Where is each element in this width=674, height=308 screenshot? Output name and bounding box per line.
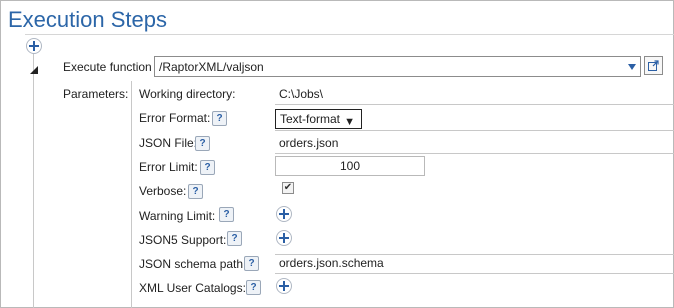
add-step-button[interactable] [26, 38, 42, 54]
execute-function-label: Execute function [63, 60, 152, 74]
error-limit-field[interactable]: 100 [275, 156, 425, 176]
open-function-button[interactable] [644, 56, 663, 75]
json-schema-path-underline [275, 254, 674, 255]
tree-line-params [131, 81, 132, 308]
page-title: Execution Steps [8, 7, 167, 32]
parameters-label: Parameters: [63, 87, 129, 101]
json5-support-label: JSON5 Support: [139, 233, 227, 247]
json-schema-path-help-button[interactable]: ? [244, 256, 259, 271]
tree-line-main [33, 47, 34, 308]
plus-icon [29, 41, 39, 51]
verbose-checkbox[interactable]: ✔ [282, 182, 294, 194]
collapse-step-toggle[interactable] [30, 63, 38, 74]
json-file-label: JSON File: [139, 136, 198, 150]
check-icon: ✔ [283, 182, 293, 193]
triangle-collapse-icon [30, 66, 38, 74]
title-underline [25, 34, 674, 35]
json-schema-path-bottom-line [275, 273, 674, 274]
add-warning-limit-button[interactable] [276, 206, 292, 222]
execution-steps-panel: Execution Steps Execute function /Raptor… [0, 0, 674, 308]
json-schema-path-label: JSON schema path: [139, 257, 247, 271]
error-limit-label: Error Limit: [139, 160, 198, 174]
working-directory-underline [275, 104, 674, 105]
verbose-help-button[interactable]: ? [188, 184, 203, 199]
error-format-underline [275, 130, 674, 131]
plus-icon [279, 233, 289, 243]
json-file-help-button[interactable]: ? [195, 136, 210, 151]
error-format-value: Text-format [280, 112, 341, 126]
open-external-icon [648, 60, 659, 71]
verbose-label: Verbose: [139, 184, 187, 198]
xml-user-catalogs-label: XML User Catalogs: [139, 281, 246, 295]
xml-user-catalogs-help-button[interactable]: ? [246, 280, 261, 295]
json5-support-help-button[interactable]: ? [227, 231, 242, 246]
chevron-down-icon: ▼ [344, 116, 355, 128]
plus-icon [279, 209, 289, 219]
chevron-down-icon [628, 64, 636, 70]
error-limit-help-button[interactable]: ? [200, 160, 215, 175]
function-value: /RaptorXML/valjson [159, 59, 264, 74]
function-select[interactable]: /RaptorXML/valjson [154, 56, 641, 77]
warning-limit-help-button[interactable]: ? [219, 207, 234, 222]
working-directory-label: Working directory: [139, 87, 236, 101]
working-directory-field[interactable]: C:\Jobs\ [275, 85, 665, 105]
json-schema-path-field[interactable]: orders.json.schema [275, 254, 665, 274]
json-file-underline [275, 153, 674, 154]
json-file-field[interactable]: orders.json [275, 134, 665, 154]
add-json5-support-button[interactable] [276, 230, 292, 246]
plus-icon [279, 281, 289, 291]
warning-limit-label: Warning Limit: [139, 209, 216, 223]
error-format-help-button[interactable]: ? [212, 111, 227, 126]
error-format-label: Error Format: [139, 111, 211, 125]
add-xml-user-catalog-button[interactable] [276, 278, 292, 294]
error-format-select[interactable]: Text-format ▼ [275, 109, 362, 129]
